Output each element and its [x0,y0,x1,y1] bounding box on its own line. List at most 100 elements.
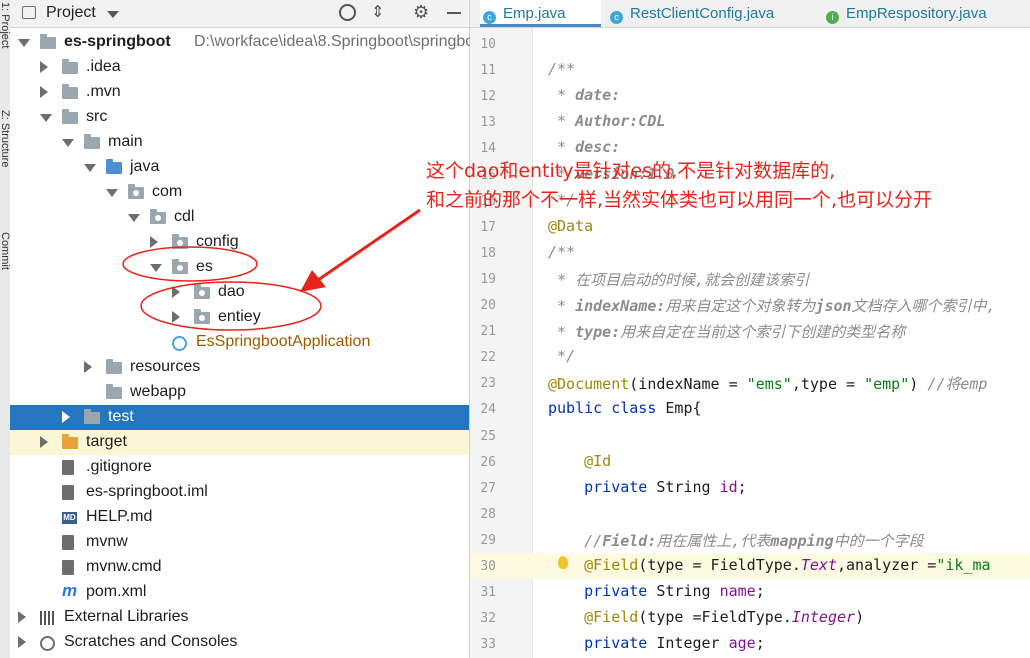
tree-node[interactable]: es [10,255,469,280]
tree-node[interactable]: es-springboot D:\workface\idea\8.Springbo… [10,30,474,55]
collapse-all-icon[interactable]: ⇕ [371,5,384,21]
locate-file-icon[interactable] [339,4,356,21]
code-text: //Field:用在属性上,代表mapping中的一个字段 [584,531,924,550]
tree-node[interactable]: test [10,405,469,430]
code-line: 25 [470,423,1030,449]
tree-node[interactable]: com [10,180,469,205]
module-folder-icon [40,34,56,49]
tree-node-path: D:\workface\idea\8.Springboot\springbo [194,33,475,50]
folder-icon [106,384,122,399]
chevron-right-icon[interactable] [18,636,26,648]
tree-node-label: cdl [174,208,195,225]
line-number: 11 [480,63,496,79]
tree-node-label: External Libraries [64,608,189,625]
tree-node[interactable]: main [10,130,469,155]
tree-node[interactable]: target [10,430,469,455]
tree-node[interactable]: m pom.xml [10,580,469,605]
chevron-down-icon[interactable] [62,139,74,147]
tab-restclientconfig-java[interactable]: c RestClientConfig.java [610,0,774,27]
intention-bulb-icon[interactable] [558,556,568,569]
chevron-down-icon[interactable] [128,214,140,222]
scratches-icon [40,636,55,651]
code-line: 22 */ [470,344,1030,370]
tree-node[interactable]: .idea [10,55,469,80]
tree-node-label: .mvn [86,83,121,100]
line-number: 18 [480,245,496,261]
chevron-right-icon[interactable] [84,361,92,373]
editor-pane: c Emp.java c RestClientConfig.java i EmpRes… [470,0,1030,658]
tree-node-label: mvnw.cmd [86,558,162,575]
tree-node[interactable]: webapp [10,380,469,405]
chevron-right-icon[interactable] [40,436,48,448]
file-icon [62,560,74,575]
code-text: * type:用来自定在当前这个索引下创建的类型名称 [548,323,906,342]
chevron-right-icon[interactable] [172,286,180,298]
code-text: /** [548,60,576,79]
chevron-right-icon[interactable] [172,311,180,323]
line-number: 17 [480,219,496,235]
chevron-down-icon[interactable] [107,11,119,18]
tab-label: RestClientConfig.java [630,5,775,22]
tree-node[interactable]: .mvn [10,80,469,105]
chevron-down-icon[interactable] [150,264,162,272]
line-number: 27 [480,480,496,496]
tree-node[interactable]: MD HELP.md [10,505,469,530]
hide-panel-icon[interactable] [447,12,461,14]
code-line: 24 public class Emp{ [470,396,1030,422]
tree-node[interactable]: mvnw [10,530,469,555]
chevron-down-icon[interactable] [106,189,118,197]
tree-node[interactable]: External Libraries [10,605,469,630]
tab-emprespository-java[interactable]: i EmpRespository.java [826,0,987,27]
tab-emp-java[interactable]: c Emp.java [480,0,601,27]
code-line: 12 * date: [470,83,1030,109]
package-icon [128,184,144,199]
line-number: 31 [480,585,496,601]
interface-icon: i [826,11,839,24]
tree-node-label: test [108,408,134,425]
tree-node[interactable]: EsSpringbootApplication [10,330,469,355]
code-line: 11 /** [470,57,1030,83]
tree-node[interactable]: src [10,105,469,130]
package-icon [150,209,166,224]
tree-node[interactable]: cdl [10,205,469,230]
tree-node[interactable]: mvnw.cmd [10,555,469,580]
tree-node[interactable]: dao [10,280,469,305]
line-number: 14 [480,141,496,157]
tree-node[interactable]: java [10,155,469,180]
package-icon [172,259,188,274]
tree-node-label: target [86,433,127,450]
tree-node-label: dao [218,283,245,300]
folder-icon [84,409,100,424]
chevron-right-icon[interactable] [150,236,158,248]
tree-node[interactable]: entiey [10,305,469,330]
line-number: 21 [480,324,496,340]
code-text: @Field(type =FieldType.Integer) [584,608,865,627]
chevron-right-icon[interactable] [40,61,48,73]
chevron-right-icon[interactable] [40,86,48,98]
code-text: * 在项目启动的时候,就会创建该索引 [548,270,810,289]
code-text: private String id; [584,477,747,496]
code-line: 20 * indexName:用来自定这个对象转为json文档存入哪个索引中, [470,292,1030,318]
code-text: @Id [584,451,612,470]
code-line: 23 @Document(indexName = "ems",type = "em… [470,370,1030,396]
code-line: 13 * Author:CDL [470,109,1030,135]
chevron-right-icon[interactable] [18,611,26,623]
tree-node[interactable]: es-springboot.iml [10,480,469,505]
chevron-down-icon[interactable] [18,39,30,47]
tree-node[interactable]: .gitignore [10,455,469,480]
folder-icon [62,84,78,99]
chevron-right-icon[interactable] [62,411,70,423]
line-number: 30 [480,559,496,574]
project-panel-title[interactable]: Project [46,4,96,22]
project-panel: Project ⇕ ⚙ es-springboot D:\workface\ide… [10,0,474,658]
tree-node-label: .gitignore [86,458,152,475]
chevron-down-icon[interactable] [40,114,52,122]
tree-node[interactable]: resources [10,355,469,380]
chevron-down-icon[interactable] [84,164,96,172]
code-text: @Data [548,216,594,235]
code-line: 28 [470,501,1030,527]
code-text: private Integer age; [584,634,765,653]
gear-icon[interactable]: ⚙ [413,2,429,23]
tree-node[interactable]: Scratches and Consoles [10,630,469,655]
tree-node[interactable]: config [10,230,469,255]
